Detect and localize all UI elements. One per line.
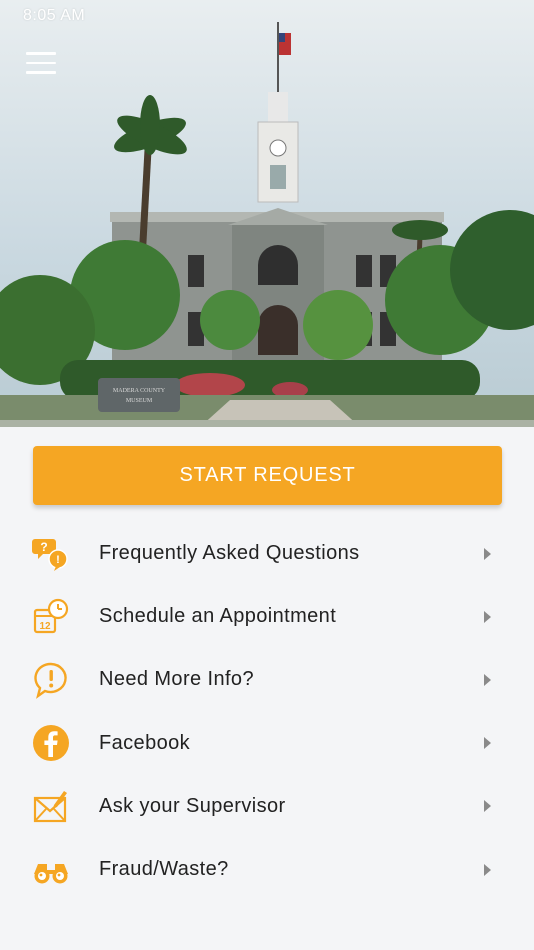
- menu-item-more-info[interactable]: Need More Info?: [0, 648, 534, 711]
- menu-item-schedule[interactable]: 12 Schedule an Appointment: [0, 585, 534, 648]
- menu-item-label: Schedule an Appointment: [99, 605, 337, 628]
- faq-bubbles-icon: ? !: [32, 535, 70, 573]
- chevron-right-icon: [484, 737, 491, 750]
- binoculars-icon: [32, 851, 70, 889]
- museum-sign-line2: MUSEUM: [126, 398, 153, 404]
- hamburger-menu-icon[interactable]: [26, 52, 56, 78]
- museum-sign-line1: MADERA COUNTY: [113, 388, 166, 394]
- menu-item-label: Need More Info?: [99, 668, 254, 691]
- hero-image: MADERA COUNTY MUSEUM: [0, 0, 534, 427]
- menu-item-label: Fraud/Waste?: [99, 858, 229, 881]
- chevron-right-icon: [484, 673, 491, 686]
- menu-list: ? ! Frequently Asked Questions 12 Schedu…: [0, 522, 534, 901]
- start-request-button[interactable]: START REQUEST: [33, 446, 502, 505]
- chevron-right-icon: [484, 800, 491, 813]
- menu-item-faq[interactable]: ? ! Frequently Asked Questions: [0, 522, 534, 585]
- menu-item-fraud-waste[interactable]: Fraud/Waste?: [0, 838, 534, 901]
- chevron-right-icon: [484, 610, 491, 623]
- facebook-icon: [32, 724, 70, 762]
- info-exclamation-icon: [32, 661, 70, 699]
- envelope-pen-icon: [32, 787, 70, 825]
- svg-text:12: 12: [39, 621, 51, 632]
- menu-item-label: Ask your Supervisor: [99, 794, 286, 817]
- svg-text:!: !: [56, 554, 60, 566]
- calendar-clock-icon: 12: [32, 598, 70, 636]
- svg-text:?: ?: [40, 540, 47, 554]
- menu-item-label: Frequently Asked Questions: [99, 542, 360, 565]
- menu-item-ask-supervisor[interactable]: Ask your Supervisor: [0, 775, 534, 838]
- chevron-right-icon: [484, 547, 491, 560]
- status-bar-time: 8:05 AM: [23, 7, 86, 24]
- chevron-right-icon: [484, 863, 491, 876]
- menu-item-label: Facebook: [99, 731, 191, 754]
- menu-item-facebook[interactable]: Facebook: [0, 712, 534, 775]
